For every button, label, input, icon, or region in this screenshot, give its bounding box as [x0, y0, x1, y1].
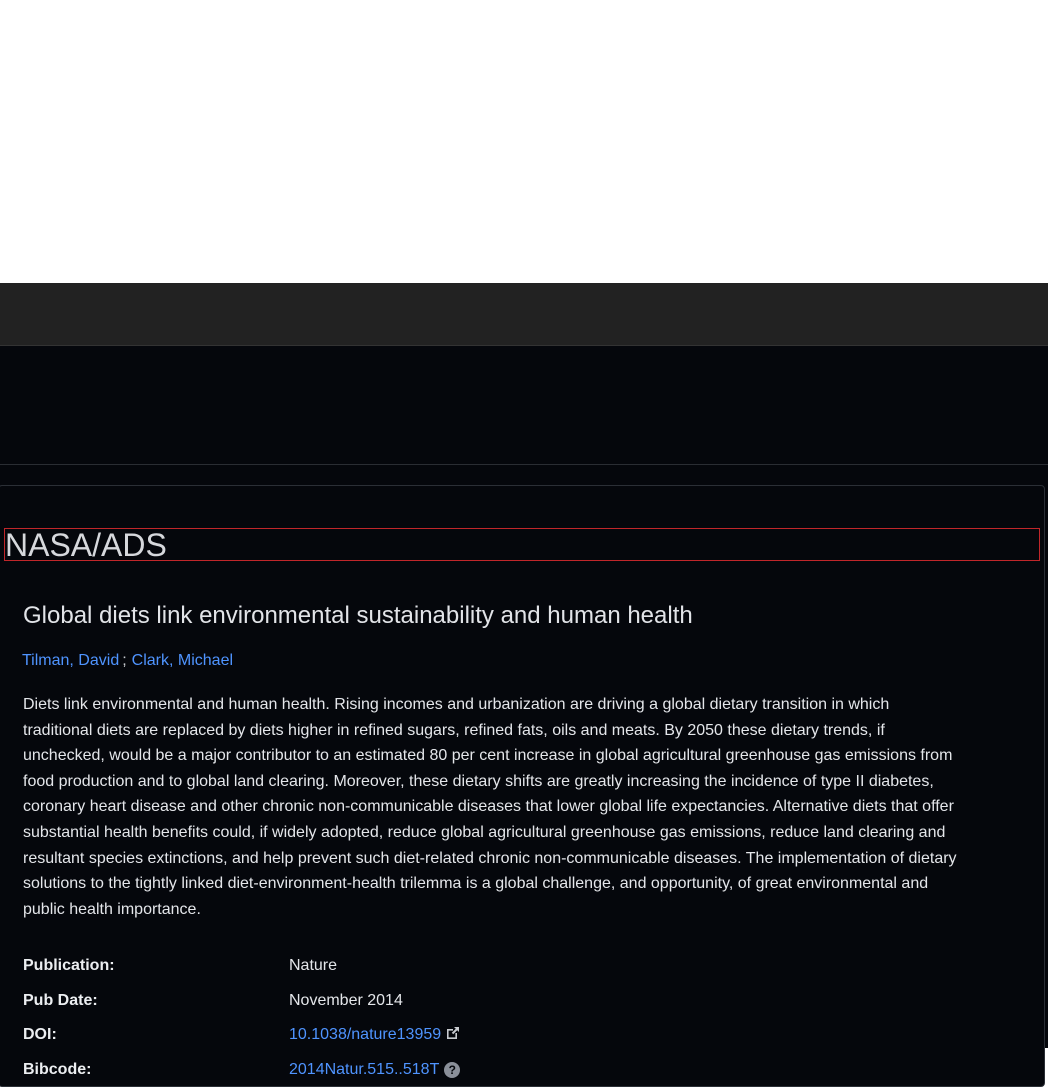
- metadata-row-doi: DOI: 10.1038/nature13959: [23, 1023, 923, 1058]
- metadata-row-publication: Publication: Nature: [23, 954, 923, 989]
- author-link[interactable]: Clark, Michael: [132, 652, 233, 669]
- bibcode-label: Bibcode:: [23, 1058, 91, 1082]
- abstract-panel: NASA/ADS Global diets link environmental…: [0, 485, 1045, 1087]
- publication-value: Nature: [289, 954, 337, 978]
- bibcode-value-container: 2014Natur.515..518T?: [289, 1058, 460, 1082]
- metadata-row-bibcode: Bibcode: 2014Natur.515..518T?: [23, 1058, 923, 1092]
- doi-label: DOI:: [23, 1023, 57, 1047]
- metadata-table: Publication: Nature Pub Date: November 2…: [23, 954, 923, 1092]
- metadata-row-pub-date: Pub Date: November 2014: [23, 989, 923, 1024]
- abstract-page: NASA/ADS Global diets link environmental…: [0, 465, 1048, 1048]
- author-link[interactable]: Tilman, David: [22, 652, 119, 669]
- external-link-icon[interactable]: [445, 1025, 461, 1049]
- author-separator: ;: [122, 652, 126, 669]
- help-icon[interactable]: ?: [444, 1062, 460, 1078]
- bibcode-link[interactable]: 2014Natur.515..518T: [289, 1061, 439, 1078]
- blank-header-area: [0, 0, 1048, 283]
- search-band: [0, 346, 1048, 465]
- doi-value-container: 10.1038/nature13959: [289, 1023, 461, 1049]
- brand-highlight: NASA/ADS: [4, 528, 1040, 561]
- abstract-text: Diets link environmental and human healt…: [23, 692, 963, 922]
- brand-title: NASA/ADS: [5, 527, 167, 563]
- pub-date-label: Pub Date:: [23, 989, 98, 1013]
- doi-link[interactable]: 10.1038/nature13959: [289, 1026, 441, 1043]
- publication-label: Publication:: [23, 954, 115, 978]
- article-title: Global diets link environmental sustaina…: [23, 601, 693, 631]
- author-list: Tilman, David; Clark, Michael: [22, 651, 233, 671]
- navigation-bar: [0, 283, 1048, 346]
- pub-date-value: November 2014: [289, 989, 403, 1013]
